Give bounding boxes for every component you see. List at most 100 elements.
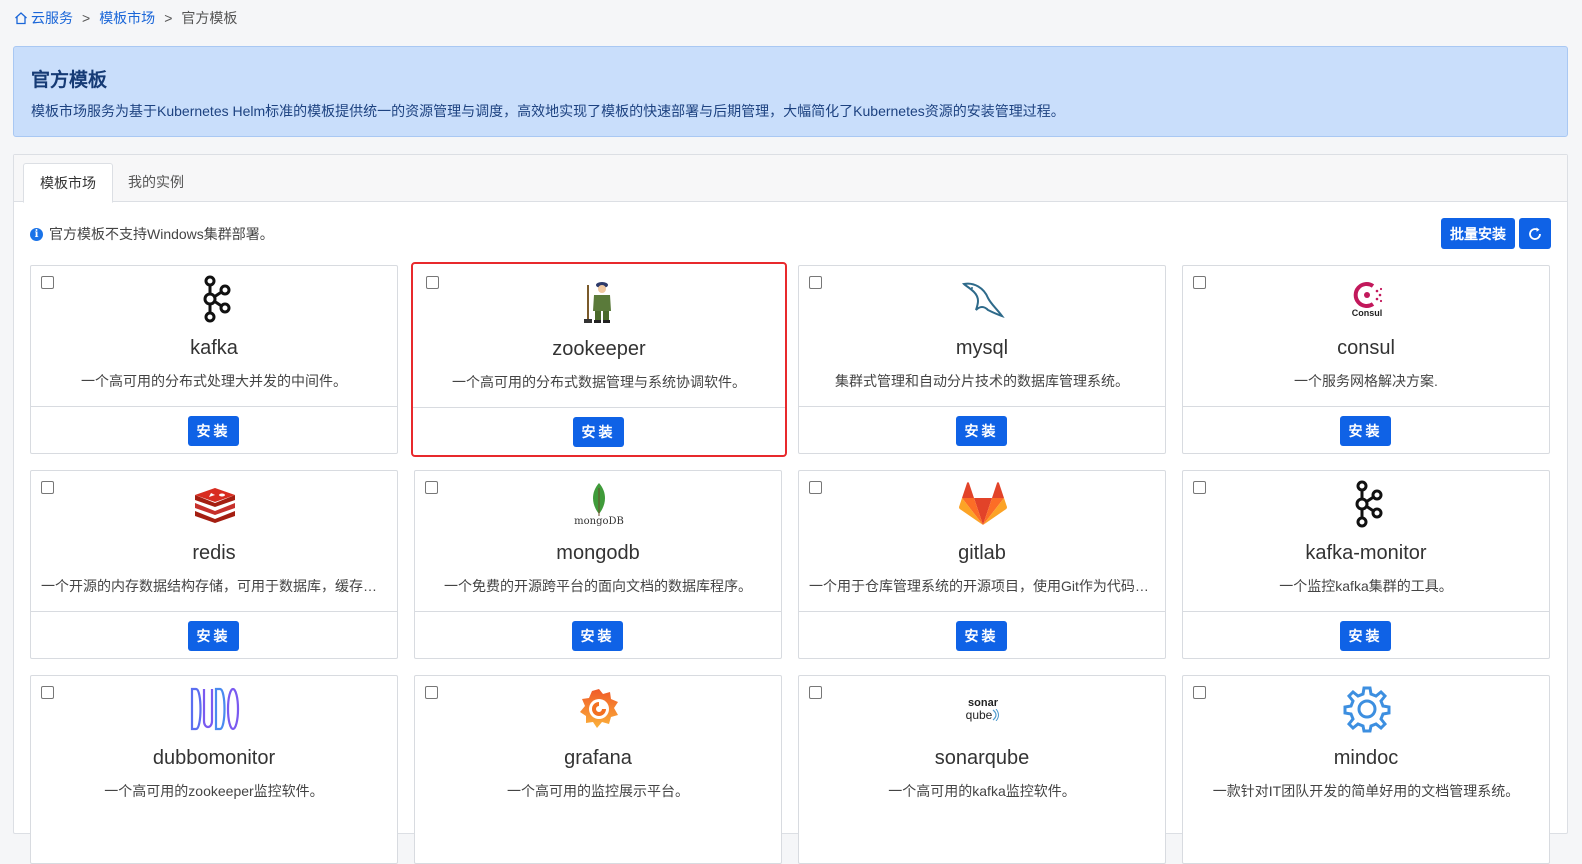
template-description: 一个监控kafka集群的工具。 xyxy=(1279,578,1453,594)
template-card-grafana: grafana 一个高可用的监控展示平台。 xyxy=(414,675,782,864)
mongodb-leaf-icon: mongoDB xyxy=(574,479,624,529)
breadcrumb-separator: > xyxy=(82,10,91,26)
template-card-consul: Consul consul 一个服务网格解决方案. 安装 xyxy=(1182,265,1550,454)
consul-logo-text: Consul xyxy=(1351,308,1383,318)
template-description: 一个免费的开源跨平台的面向文档的数据库程序。 xyxy=(444,578,752,594)
select-checkbox[interactable] xyxy=(41,686,54,699)
refresh-icon xyxy=(1529,227,1541,240)
consul-icon: Consul xyxy=(1342,274,1392,324)
select-checkbox[interactable] xyxy=(809,481,822,494)
gitlab-fox-icon xyxy=(958,479,1008,529)
template-card-mysql: mysql 集群式管理和自动分片技术的数据库管理系统。 安装 xyxy=(798,265,1166,454)
template-description: 一个用于仓库管理系统的开源项目，使用Git作为代码管理工具 xyxy=(809,578,1155,594)
template-card-gitlab: gitlab 一个用于仓库管理系统的开源项目，使用Git作为代码管理工具 安装 xyxy=(798,470,1166,659)
template-name: mongodb xyxy=(556,542,640,564)
tab-template-market[interactable]: 模板市场 xyxy=(23,163,113,203)
template-card-kafka-monitor: kafka-monitor 一个监控kafka集群的工具。 安装 xyxy=(1182,470,1550,659)
select-checkbox[interactable] xyxy=(41,481,54,494)
home-icon[interactable] xyxy=(14,11,28,25)
card-footer: 安装 xyxy=(415,611,781,659)
breadcrumb-market-link[interactable]: 模板市场 xyxy=(99,8,155,28)
page-banner: 官方模板 模板市场服务为基于Kubernetes Helm标准的模板提供统一的资… xyxy=(13,46,1568,137)
template-name: kafka xyxy=(190,337,238,359)
tab-bar: 模板市场 我的实例 xyxy=(14,155,1567,203)
breadcrumb-home-link[interactable]: 云服务 xyxy=(31,8,73,28)
template-description: 一个高可用的分布式处理大并发的中间件。 xyxy=(81,373,347,389)
mysql-dolphin-icon xyxy=(958,274,1008,324)
template-name: mysql xyxy=(955,337,1009,359)
refresh-button[interactable] xyxy=(1519,218,1551,249)
card-footer: 安装 xyxy=(31,611,397,659)
mongodb-logo-text: mongoDB xyxy=(574,515,624,527)
template-name: kafka-monitor xyxy=(1305,542,1427,564)
template-name: dubbomonitor xyxy=(152,747,276,769)
zookeeper-icon xyxy=(575,275,625,325)
template-description: 一个高可用的分布式数据管理与系统协调软件。 xyxy=(452,374,746,390)
install-button[interactable]: 安装 xyxy=(956,621,1007,651)
sonarqube-icon: sonar qube xyxy=(958,684,1008,734)
template-description: 集群式管理和自动分片技术的数据库管理系统。 xyxy=(835,373,1129,389)
sonarqube-logo-text-top: sonar xyxy=(968,696,998,709)
kafka-icon xyxy=(190,274,240,324)
select-checkbox[interactable] xyxy=(425,481,438,494)
template-description: 一个高可用的kafka监控软件。 xyxy=(888,783,1076,799)
redis-icon xyxy=(190,479,240,529)
install-button[interactable]: 安装 xyxy=(1340,416,1391,446)
install-button[interactable]: 安装 xyxy=(956,416,1007,446)
template-panel: 模板市场 我的实例 i 官方模板不支持Windows集群部署。 批量安装 kaf… xyxy=(13,154,1568,864)
select-checkbox[interactable] xyxy=(1193,276,1206,289)
gear-icon xyxy=(1342,684,1392,734)
template-name: consul xyxy=(1337,337,1395,359)
breadcrumb-separator: > xyxy=(164,10,173,26)
template-name: grafana xyxy=(564,747,632,769)
template-name: gitlab xyxy=(958,542,1006,564)
install-button[interactable]: 安装 xyxy=(188,416,239,446)
page-title: 官方模板 xyxy=(31,70,108,91)
install-button[interactable]: 安装 xyxy=(1340,621,1391,651)
select-checkbox[interactable] xyxy=(426,276,439,289)
card-footer: 安装 xyxy=(799,611,1165,659)
dubbo-icon xyxy=(190,684,240,734)
select-checkbox[interactable] xyxy=(425,686,438,699)
template-card-zookeeper: zookeeper 一个高可用的分布式数据管理与系统协调软件。 安装 xyxy=(411,262,787,457)
template-card-dubbomonitor: dubbomonitor 一个高可用的zookeeper监控软件。 xyxy=(30,675,398,864)
batch-install-button[interactable]: 批量安装 xyxy=(1441,218,1515,249)
card-footer: 安装 xyxy=(799,406,1165,454)
info-icon: i xyxy=(30,227,43,241)
sonarqube-logo-text-bottom: qube xyxy=(965,707,993,722)
template-description: 一款针对IT团队开发的简单好用的文档管理系统。 xyxy=(1212,783,1520,799)
page-description: 模板市场服务为基于Kubernetes Helm标准的模板提供统一的资源管理与调… xyxy=(31,103,1065,119)
select-checkbox[interactable] xyxy=(809,276,822,289)
template-card-redis: redis 一个开源的内存数据结构存储，可用于数据库，缓存和消息代理 安装 xyxy=(30,470,398,659)
template-name: zookeeper xyxy=(552,338,646,360)
template-name: sonarqube xyxy=(934,747,1030,769)
install-button[interactable]: 安装 xyxy=(573,417,624,447)
card-footer: 安装 xyxy=(1183,406,1549,454)
template-card-mindoc: mindoc 一款针对IT团队开发的简单好用的文档管理系统。 xyxy=(1182,675,1550,864)
windows-notice: i 官方模板不支持Windows集群部署。 xyxy=(30,224,274,244)
select-checkbox[interactable] xyxy=(41,276,54,289)
template-description: 一个开源的内存数据结构存储，可用于数据库，缓存和消息代理 xyxy=(41,578,387,594)
card-footer: 安装 xyxy=(413,407,785,455)
grafana-icon xyxy=(574,684,624,734)
card-footer: 安装 xyxy=(1183,611,1549,659)
breadcrumb: 云服务 > 模板市场 > 官方模板 xyxy=(14,9,237,27)
select-checkbox[interactable] xyxy=(1193,686,1206,699)
template-card-kafka: kafka 一个高可用的分布式处理大并发的中间件。 安装 xyxy=(30,265,398,454)
template-name: redis xyxy=(192,542,236,564)
breadcrumb-current: 官方模板 xyxy=(181,10,238,26)
install-button[interactable]: 安装 xyxy=(188,621,239,651)
template-card-sonarqube: sonar qube sonarqube 一个高可用的kafka监控软件。 xyxy=(798,675,1166,864)
select-checkbox[interactable] xyxy=(809,686,822,699)
notice-text: 官方模板不支持Windows集群部署。 xyxy=(49,226,274,242)
select-checkbox[interactable] xyxy=(1193,481,1206,494)
card-footer: 安装 xyxy=(31,406,397,454)
tab-my-instances[interactable]: 我的实例 xyxy=(112,163,200,203)
install-button[interactable]: 安装 xyxy=(572,621,623,651)
template-description: 一个服务网格解决方案. xyxy=(1294,373,1438,389)
template-card-mongodb: mongoDB mongodb 一个免费的开源跨平台的面向文档的数据库程序。 安… xyxy=(414,470,782,659)
kafka-icon xyxy=(1342,479,1392,529)
template-name: mindoc xyxy=(1333,747,1399,769)
template-description: 一个高可用的监控展示平台。 xyxy=(507,783,689,799)
template-description: 一个高可用的zookeeper监控软件。 xyxy=(104,783,324,799)
